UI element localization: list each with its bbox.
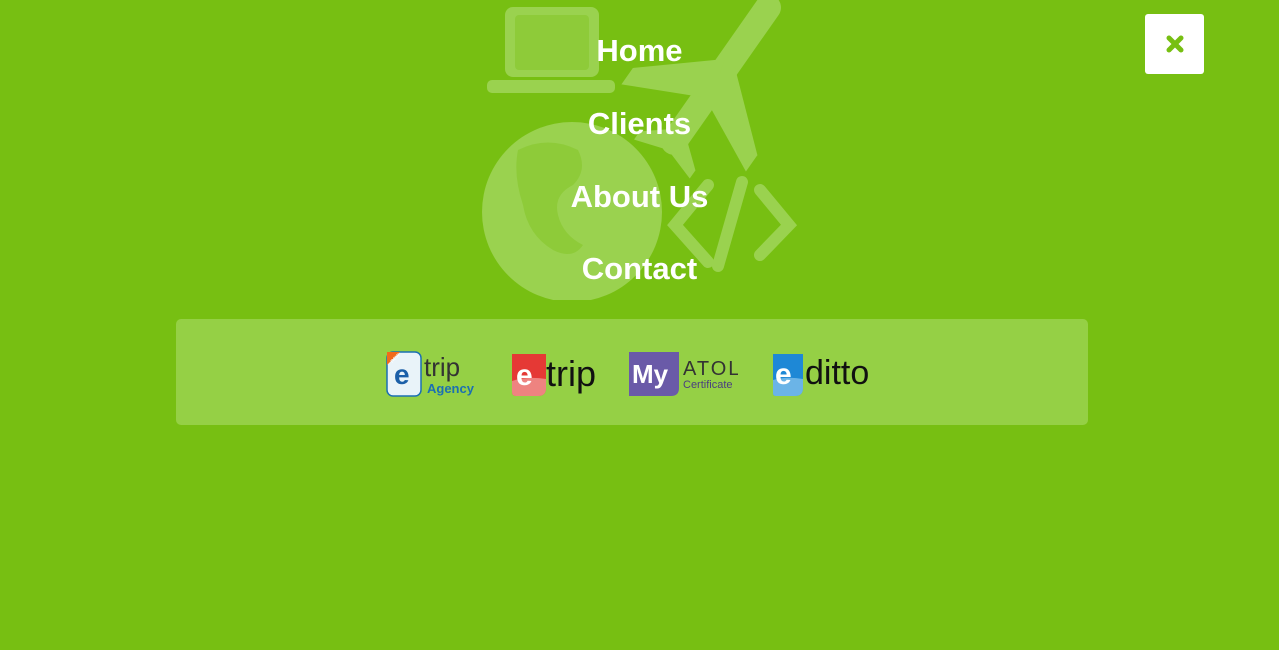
- logo-myatol[interactable]: My ATOL Certificate: [628, 351, 738, 397]
- logo-etrip-agency[interactable]: new e trip Agency: [386, 350, 476, 398]
- menu-item-clients[interactable]: Clients: [0, 104, 1279, 144]
- svg-text:e: e: [516, 359, 533, 392]
- svg-text:trip: trip: [546, 353, 596, 394]
- svg-text:ditto: ditto: [805, 354, 869, 392]
- close-menu-button[interactable]: [1145, 14, 1204, 74]
- svg-text:Agency: Agency: [427, 381, 475, 396]
- svg-text:Certificate: Certificate: [683, 379, 733, 391]
- svg-text:ATOL: ATOL: [683, 358, 738, 380]
- menu-item-about-us[interactable]: About Us: [0, 177, 1279, 217]
- partner-logos-panel: new e trip Agency e trip My ATOL Certifi…: [176, 319, 1088, 425]
- svg-text:trip: trip: [424, 352, 460, 382]
- close-icon: [1166, 35, 1183, 53]
- logo-etrip[interactable]: e trip: [508, 351, 598, 397]
- menu-item-contact[interactable]: Contact: [0, 249, 1279, 289]
- svg-text:e: e: [394, 359, 410, 390]
- menu-item-home[interactable]: Home: [0, 31, 1279, 71]
- logo-editto[interactable]: e ditto: [770, 350, 880, 398]
- svg-text:My: My: [632, 359, 669, 389]
- svg-text:e: e: [775, 358, 792, 391]
